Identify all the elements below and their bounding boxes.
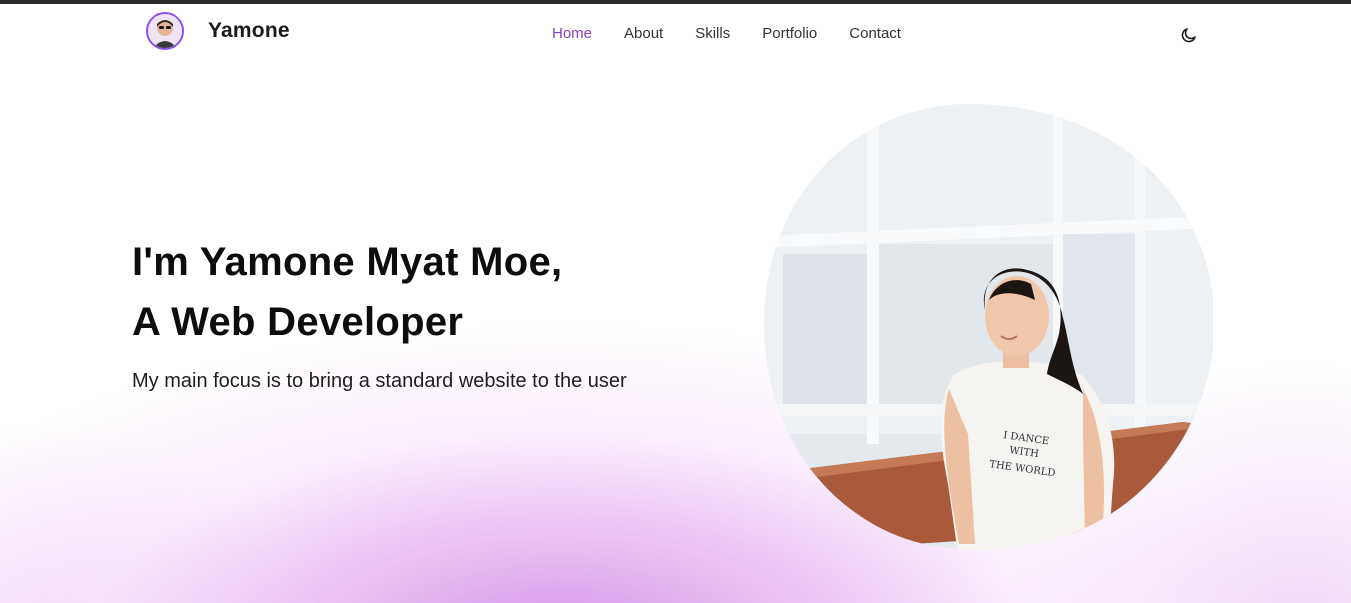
- nav-item-contact[interactable]: Contact: [849, 24, 901, 44]
- navbar: Yamone Home About Skills Portfolio Conta…: [0, 4, 1351, 64]
- hero-title: I'm Yamone Myat Moe, A Web Developer: [132, 232, 562, 352]
- nav-item-portfolio[interactable]: Portfolio: [762, 24, 817, 44]
- theme-toggle-button[interactable]: [1180, 26, 1198, 44]
- hero-title-line-1: I'm Yamone Myat Moe,: [132, 240, 563, 284]
- moon-icon: [1181, 28, 1196, 43]
- brand-name[interactable]: Yamone: [208, 19, 290, 43]
- nav-item-about[interactable]: About: [624, 24, 663, 44]
- avatar: [146, 12, 184, 50]
- nav-menu: Home About Skills Portfolio Contact: [552, 24, 933, 44]
- hero-title-line-2: A Web Developer: [132, 300, 464, 344]
- nav-item-skills[interactable]: Skills: [695, 24, 730, 44]
- avatar-portrait-icon: [148, 14, 182, 48]
- nav-item-home[interactable]: Home: [552, 24, 592, 44]
- profile-photo-image: I DANCE WITH THE WORLD: [764, 104, 1213, 551]
- brand[interactable]: Yamone: [146, 12, 290, 50]
- hero-photo: I DANCE WITH THE WORLD: [763, 104, 1213, 554]
- hero-subtitle: My main focus is to bring a standard web…: [132, 370, 627, 392]
